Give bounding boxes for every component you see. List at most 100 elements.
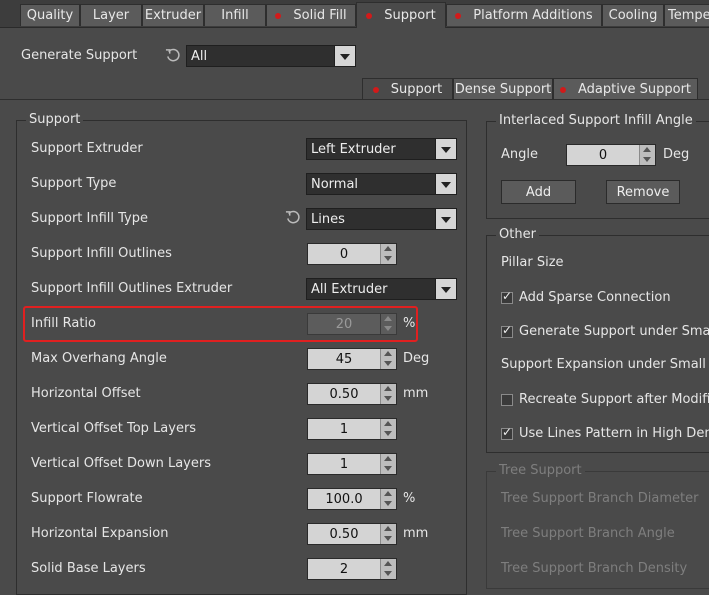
reset-icon[interactable] [285, 210, 300, 225]
max-overhang-angle-spinbox[interactable]: 45 [307, 348, 397, 370]
tab-cooling[interactable]: Cooling [602, 4, 664, 26]
spin-arrows[interactable] [380, 489, 396, 509]
tab-layer[interactable]: Layer [80, 4, 142, 26]
tab-label: Infill [221, 8, 249, 23]
select-value: All Extruder [311, 282, 388, 297]
recreate-support-label: Recreate Support after Modifier [519, 392, 709, 407]
tree-branch-density-label: Tree Support Branch Density [501, 561, 688, 576]
support-type-select[interactable]: Normal [306, 173, 457, 195]
arrow-down-icon[interactable] [384, 431, 392, 436]
arrow-up-icon[interactable] [384, 421, 392, 426]
arrow-up-icon[interactable] [384, 491, 392, 496]
support-infill-outlines-extruder-select[interactable]: All Extruder [306, 278, 457, 300]
add-sparse-label: Add Sparse Connection [519, 290, 671, 305]
horizontal-offset-spinbox[interactable]: 0.50 [307, 383, 397, 405]
spin-arrows[interactable] [380, 349, 396, 369]
solid-base-layers-spinbox[interactable]: 2 [307, 558, 397, 580]
tab-support[interactable]: Support [356, 2, 446, 28]
button-label: Remove [616, 184, 670, 200]
spin-arrows[interactable] [380, 384, 396, 404]
lines-pattern-checkbox[interactable] [501, 425, 513, 440]
arrow-down-icon[interactable] [643, 157, 651, 162]
arrow-up-icon[interactable] [384, 351, 392, 356]
tab-label: Solid Fill [293, 8, 347, 23]
unit-label: mm [403, 526, 429, 541]
add-button[interactable]: Add [501, 180, 576, 204]
tree-branch-diameter-label: Tree Support Branch Diameter [501, 491, 699, 506]
generate-support-small-label: Generate Support under Small F [519, 324, 709, 339]
support-infill-type-select[interactable]: Lines [306, 208, 457, 230]
angle-label: Angle [501, 147, 538, 162]
spinbox-value: 0 [339, 247, 349, 262]
spin-arrows[interactable] [380, 454, 396, 474]
arrow-down-icon[interactable] [384, 536, 392, 541]
arrow-down-icon[interactable] [384, 361, 392, 366]
spinbox-value: 0 [598, 148, 608, 163]
tab-quality[interactable]: Quality [20, 4, 80, 26]
tab-label: Layer [92, 8, 130, 23]
support-flowrate-spinbox[interactable]: 100.0 [307, 488, 397, 510]
spinbox-value: 0.50 [329, 387, 359, 402]
reset-icon[interactable] [165, 48, 180, 63]
arrow-down-icon[interactable] [384, 571, 392, 576]
angle-spinbox[interactable]: 0 [566, 144, 656, 166]
subtab-support[interactable]: Support [362, 78, 453, 100]
infill-ratio-spinbox[interactable]: 20 [307, 313, 397, 335]
tab-temperature[interactable]: Tempe [664, 4, 709, 26]
arrow-up-icon[interactable] [643, 147, 651, 152]
support-expansion-label: Support Expansion under Small Flo [501, 357, 709, 372]
arrow-up-icon[interactable] [384, 246, 392, 251]
generate-support-small-checkbox[interactable] [501, 323, 513, 338]
interlaced-group-title: Interlaced Support Infill Angle [496, 113, 696, 128]
arrow-down-icon[interactable] [384, 466, 392, 471]
generate-support-label: Generate Support [21, 48, 138, 63]
arrow-up-icon[interactable] [384, 456, 392, 461]
solid-base-layers-label: Solid Base Layers [31, 561, 146, 576]
remove-button[interactable]: Remove [606, 180, 680, 204]
subtab-adaptive-support[interactable]: Adaptive Support [553, 78, 698, 100]
max-overhang-angle-label: Max Overhang Angle [31, 351, 167, 366]
spin-arrows[interactable] [380, 524, 396, 544]
recreate-support-checkbox[interactable] [501, 394, 513, 406]
support-infill-outlines-extruder-label: Support Infill Outlines Extruder [31, 281, 233, 296]
arrow-down-icon[interactable] [384, 396, 392, 401]
unit-label: mm [403, 386, 429, 401]
spin-arrows[interactable] [380, 559, 396, 579]
add-sparse-checkbox[interactable] [501, 289, 513, 304]
spin-arrows[interactable] [380, 419, 396, 439]
generate-support-select[interactable]: All [186, 45, 356, 67]
support-flowrate-label: Support Flowrate [31, 491, 143, 506]
spin-arrows[interactable] [380, 314, 396, 334]
spin-arrows[interactable] [639, 145, 655, 165]
chevron-down-icon[interactable] [435, 174, 456, 194]
infill-ratio-label: Infill Ratio [31, 316, 96, 331]
tree-branch-angle-label: Tree Support Branch Angle [501, 526, 675, 541]
tab-extruder[interactable]: Extruder [142, 4, 204, 26]
modified-dot-icon [372, 86, 379, 93]
horizontal-expansion-spinbox[interactable]: 0.50 [307, 523, 397, 545]
tab-platform-additions[interactable]: Platform Additions [446, 4, 602, 26]
arrow-up-icon[interactable] [384, 526, 392, 531]
unit-label: % [403, 491, 416, 506]
arrow-down-icon[interactable] [384, 326, 392, 331]
arrow-down-icon[interactable] [384, 256, 392, 261]
arrow-down-icon[interactable] [384, 501, 392, 506]
chevron-down-icon[interactable] [435, 139, 456, 159]
tab-label: Cooling [608, 8, 658, 23]
chevron-down-icon[interactable] [435, 279, 456, 299]
arrow-up-icon[interactable] [384, 316, 392, 321]
support-extruder-select[interactable]: Left Extruder [306, 138, 457, 160]
spin-arrows[interactable] [380, 244, 396, 264]
tab-solid-fill[interactable]: Solid Fill [266, 4, 356, 26]
arrow-up-icon[interactable] [384, 561, 392, 566]
subtab-dense-support[interactable]: Dense Support [453, 78, 553, 100]
spinbox-value: 20 [335, 317, 353, 332]
vertical-offset-top-spinbox[interactable]: 1 [307, 418, 397, 440]
spinbox-value: 2 [339, 562, 349, 577]
tab-infill[interactable]: Infill [204, 4, 266, 26]
arrow-up-icon[interactable] [384, 386, 392, 391]
vertical-offset-down-spinbox[interactable]: 1 [307, 453, 397, 475]
chevron-down-icon[interactable] [435, 209, 456, 229]
support-infill-outlines-spinbox[interactable]: 0 [307, 243, 397, 265]
chevron-down-icon[interactable] [334, 46, 355, 66]
